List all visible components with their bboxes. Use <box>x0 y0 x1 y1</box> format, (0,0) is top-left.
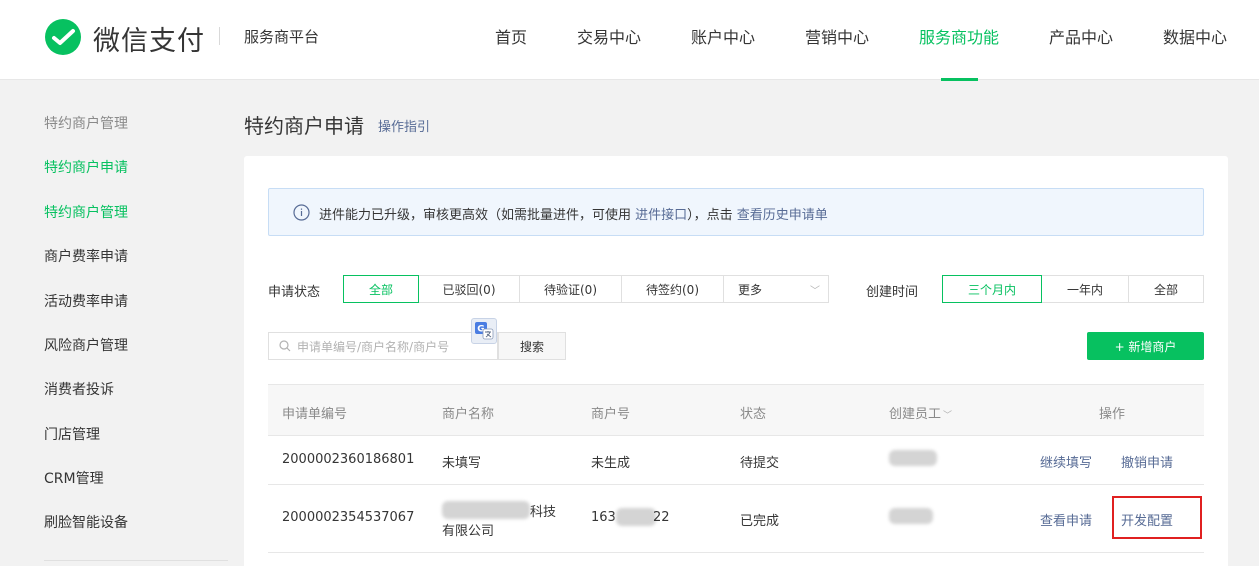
status-pending-verify[interactable]: 待验证(0) <box>520 275 622 303</box>
page-title: 特约商户申请 <box>244 114 364 138</box>
sidebar-item-crm[interactable]: CRM管理 <box>44 468 104 488</box>
highlight-annotation-box <box>1112 496 1202 539</box>
table-row: 2000002354537067 科技 有限公司 163 22 已完成 查看申请… <box>268 485 1204 553</box>
time-one-year[interactable]: 一年内 <box>1042 275 1129 303</box>
row-merchant-no-suffix: 22 <box>653 510 670 525</box>
nav-data[interactable]: 数据中心 <box>1163 24 1227 48</box>
status-filter: 全部 已驳回(0) 待验证(0) 待签约(0) 更多 ﹀ <box>343 275 829 303</box>
add-merchant-button[interactable]: + 新增商户 <box>1087 332 1204 360</box>
sidebar-item-risk-merchants[interactable]: 风险商户管理 <box>44 335 128 355</box>
nav-provider-functions[interactable]: 服务商功能 <box>919 24 999 48</box>
sidebar-divider <box>44 560 228 561</box>
sidebar-item-activity-rate[interactable]: 活动费率申请 <box>44 291 128 311</box>
status-more-dropdown[interactable]: 更多 ﹀ <box>724 275 829 303</box>
nav-account[interactable]: 账户中心 <box>691 24 755 48</box>
status-pending-sign[interactable]: 待签约(0) <box>622 275 724 303</box>
row-status: 待提交 <box>740 456 780 471</box>
view-application-link[interactable]: 查看申请 <box>1040 510 1092 529</box>
col-merchant-no: 商户号 <box>591 407 631 422</box>
time-filter: 三个月内 一年内 全部 <box>942 275 1204 303</box>
search-input[interactable] <box>297 337 492 357</box>
row-merchant-no-prefix: 163 <box>591 510 616 525</box>
nav-transactions[interactable]: 交易中心 <box>577 24 641 48</box>
table-row: 2000002360186801 未填写 未生成 待提交 继续填写 撤销申请 <box>268 436 1204 485</box>
search-icon <box>279 340 291 352</box>
sort-chevron-icon: ﹀ <box>943 411 953 421</box>
row-status: 已完成 <box>740 514 780 529</box>
notice-middle: ），点击 <box>687 208 737 223</box>
col-application-id: 申请单编号 <box>282 407 348 422</box>
time-all[interactable]: 全部 <box>1129 275 1204 303</box>
col-actions: 操作 <box>1099 407 1126 422</box>
notice-prefix: 进件能力已升级，审核更高效（如需批量进件，可使用 <box>319 208 636 223</box>
cancel-application-link[interactable]: 撤销申请 <box>1121 452 1173 471</box>
active-nav-indicator <box>941 78 978 81</box>
continue-fill-link[interactable]: 继续填写 <box>1040 452 1092 471</box>
time-three-months[interactable]: 三个月内 <box>942 275 1042 303</box>
row-merchant-no: 未生成 <box>591 456 631 471</box>
api-link[interactable]: 进件接口 <box>635 208 687 223</box>
history-link[interactable]: 查看历史申请单 <box>737 208 828 223</box>
sidebar-item-face-devices[interactable]: 刷脸智能设备 <box>44 512 128 532</box>
col-status: 状态 <box>740 407 767 422</box>
col-creator-label: 创建员工 <box>889 407 942 422</box>
row-merchant-name-line1: 科技 <box>530 505 557 520</box>
nav-marketing[interactable]: 营销中心 <box>805 24 869 48</box>
translate-icon[interactable]: G <box>471 318 497 344</box>
col-creator[interactable]: 创建员工 ﹀ <box>889 403 952 422</box>
upgrade-notice: 进件能力已升级，审核更高效（如需批量进件，可使用 进件接口），点击 查看历史申请… <box>268 188 1204 236</box>
row-application-id: 2000002354537067 <box>282 510 415 525</box>
blurred-merchant-no <box>616 508 656 526</box>
notice-text: 进件能力已升级，审核更高效（如需批量进件，可使用 进件接口），点击 查看历史申请… <box>319 204 828 223</box>
info-icon <box>293 204 310 221</box>
col-merchant-name: 商户名称 <box>442 407 495 422</box>
sidebar-item-merchant-management[interactable]: 特约商户管理 <box>44 202 128 222</box>
time-filter-label: 创建时间 <box>866 285 919 300</box>
sidebar-item-merchant-application[interactable]: 特约商户申请 <box>44 157 128 177</box>
blurred-creator <box>889 508 933 524</box>
status-rejected[interactable]: 已驳回(0) <box>419 275 520 303</box>
google-translate-icon: G <box>475 322 494 340</box>
search-box <box>268 332 498 360</box>
sidebar-item-rate-application[interactable]: 商户费率申请 <box>44 246 128 266</box>
sidebar-item-stores[interactable]: 门店管理 <box>44 424 100 444</box>
chevron-down-icon: ﹀ <box>810 285 821 297</box>
search-button[interactable]: 搜索 <box>498 332 566 360</box>
sidebar-item-complaints[interactable]: 消费者投诉 <box>44 379 114 399</box>
table-header: 申请单编号 商户名称 商户号 状态 创建员工 ﹀ 操作 <box>268 384 1204 436</box>
blurred-merchant-name <box>442 501 530 519</box>
row-merchant-name: 未填写 <box>442 456 482 471</box>
row-merchant-name-line2: 有限公司 <box>442 524 495 539</box>
status-filter-label: 申请状态 <box>268 285 321 300</box>
row-application-id: 2000002360186801 <box>282 452 415 467</box>
guide-link[interactable]: 操作指引 <box>378 116 430 135</box>
blurred-creator <box>889 450 937 466</box>
sidebar-group-merchant-management: 特约商户管理 <box>44 116 128 132</box>
nav-products[interactable]: 产品中心 <box>1049 24 1113 48</box>
main-nav: 首页 交易中心 账户中心 营销中心 服务商功能 产品中心 数据中心 <box>0 24 1259 81</box>
top-header: 微信支付 服务商平台 首页 交易中心 账户中心 营销中心 服务商功能 产品中心 … <box>0 0 1259 81</box>
status-more-label: 更多 <box>738 282 763 297</box>
nav-home[interactable]: 首页 <box>495 24 527 48</box>
status-all[interactable]: 全部 <box>343 275 419 303</box>
